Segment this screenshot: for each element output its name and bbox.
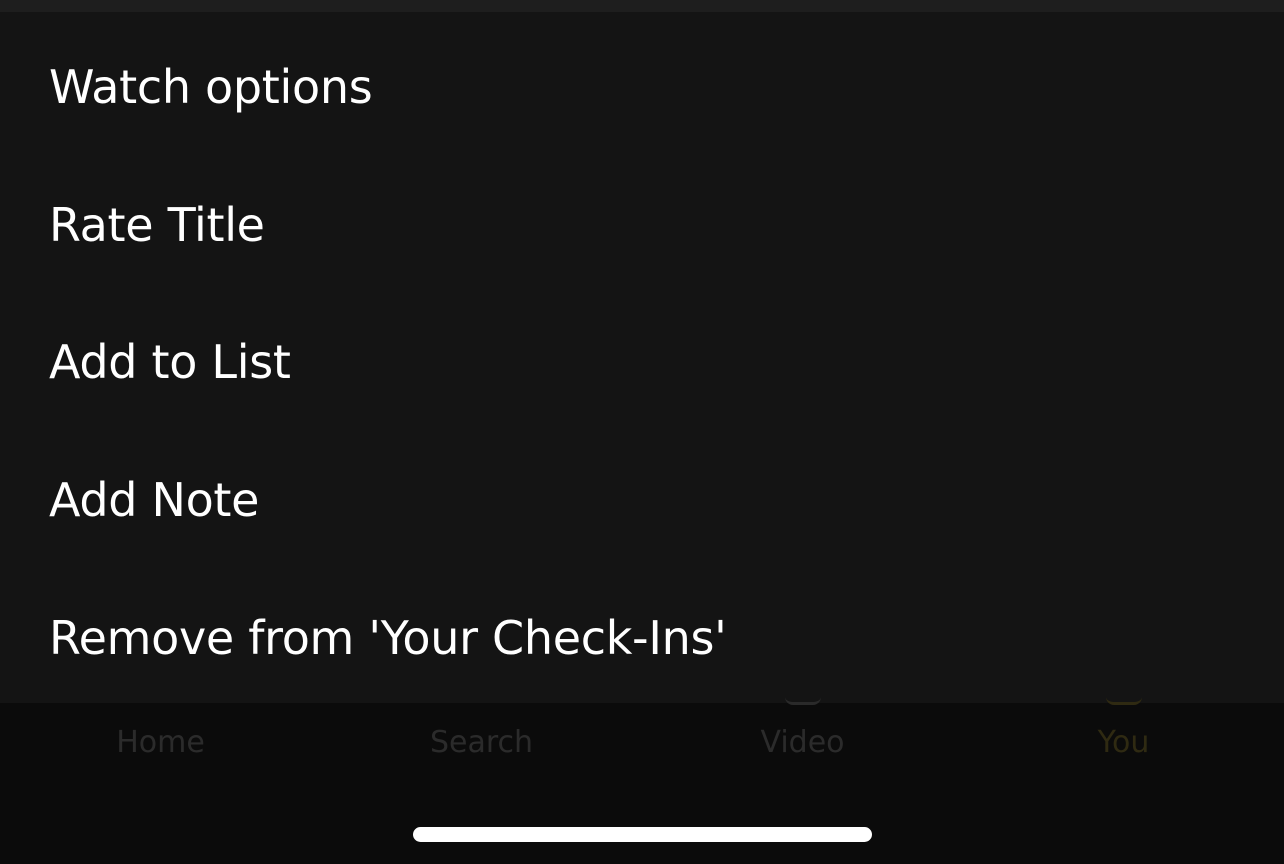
screen: Watch options Rate Title Add to List Add… — [0, 0, 1284, 864]
tab-search-label: Search — [429, 725, 534, 760]
tab-home-label: Home — [116, 725, 205, 760]
tab-search[interactable]: Search — [321, 703, 642, 783]
profile-icon — [1105, 697, 1142, 705]
tab-video-label: Video — [760, 725, 845, 760]
video-icon — [784, 697, 821, 705]
home-indicator[interactable] — [413, 827, 872, 842]
tab-you-label: You — [1097, 725, 1150, 760]
add-to-list-item[interactable]: Add to List — [49, 332, 291, 392]
remove-from-check-ins-item[interactable]: Remove from 'Your Check-Ins' — [49, 608, 727, 668]
watch-options-item[interactable]: Watch options — [49, 57, 373, 117]
tab-you[interactable]: You — [963, 702, 1284, 783]
rate-title-item[interactable]: Rate Title — [49, 195, 265, 255]
tab-home[interactable]: Home — [0, 703, 321, 783]
add-note-item[interactable]: Add Note — [49, 470, 259, 530]
tab-video[interactable]: Video — [642, 702, 963, 783]
action-sheet: Watch options Rate Title Add to List Add… — [0, 12, 1284, 703]
sheet-top-edge — [0, 0, 1284, 12]
